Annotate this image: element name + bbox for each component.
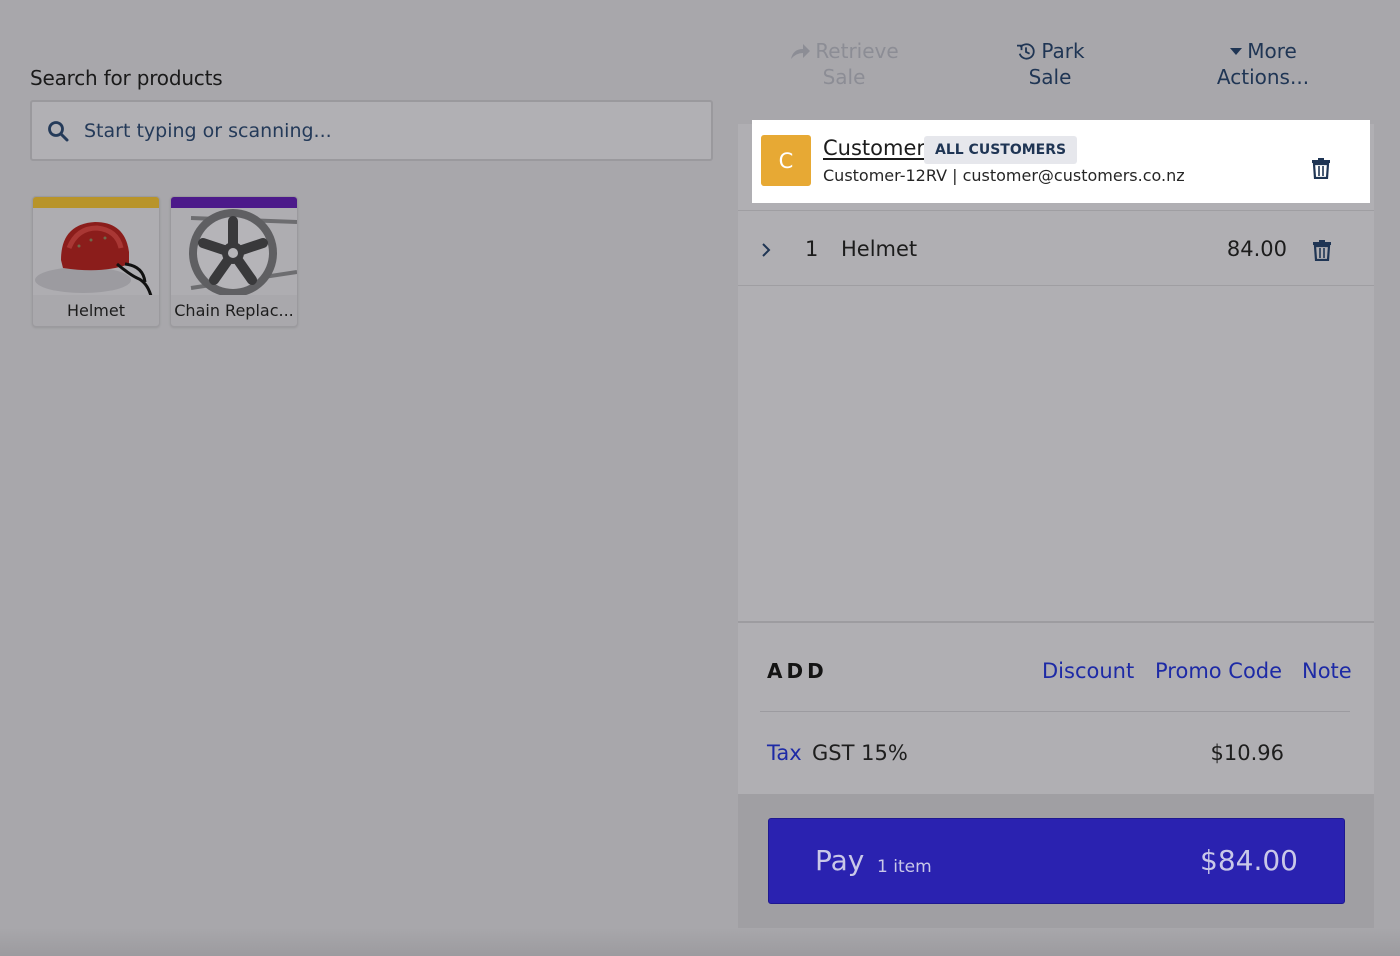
line-item-quantity: 1	[805, 237, 819, 261]
more-label-line1: More	[1247, 39, 1297, 63]
add-note-link[interactable]: Note	[1302, 659, 1352, 683]
tax-link[interactable]: Tax	[767, 741, 802, 765]
chevron-right-icon[interactable]	[760, 241, 772, 259]
add-label: ADD	[767, 659, 828, 683]
chain-image	[171, 208, 297, 297]
retrieve-label-line2: Sale	[822, 65, 866, 89]
tile-color-bar	[171, 197, 297, 208]
park-label-line2: Sale	[1028, 65, 1072, 89]
history-icon	[1017, 43, 1035, 60]
divider	[760, 711, 1350, 712]
customer-name-link[interactable]: Customer	[823, 136, 925, 160]
more-label-line2: Actions...	[1216, 65, 1310, 89]
product-name: Chain Replac...	[174, 301, 294, 320]
search-box[interactable]	[30, 100, 713, 161]
tax-name: GST 15%	[812, 741, 908, 765]
retrieve-sale-button[interactable]: Retrieve Sale	[782, 38, 906, 90]
pos-sell-screen: Search for products Helmet	[0, 0, 1400, 956]
search-input[interactable]	[84, 119, 664, 142]
tile-color-bar	[33, 197, 159, 208]
retrieve-label-line1: Retrieve	[815, 39, 899, 63]
search-label: Search for products	[30, 66, 223, 90]
park-sale-button[interactable]: Park Sale	[1000, 38, 1100, 90]
pay-button[interactable]: Pay 1 item $84.00	[768, 818, 1345, 904]
helmet-image	[33, 208, 159, 297]
search-icon	[48, 120, 69, 141]
line-item-price: 84.00	[1226, 237, 1287, 261]
caret-down-icon	[1230, 48, 1243, 55]
customer-group-badge: ALL CUSTOMERS	[924, 136, 1078, 164]
add-section: ADD Discount Promo Code Note Tax GST 15%…	[738, 621, 1374, 795]
bottom-edge	[0, 928, 1400, 956]
product-name: Helmet	[66, 301, 126, 320]
pay-item-count: 1 item	[877, 857, 932, 877]
more-actions-button[interactable]: More Actions...	[1204, 38, 1322, 90]
product-tile-helmet[interactable]: Helmet	[32, 196, 160, 327]
pay-label: Pay	[815, 844, 865, 877]
pay-total: $84.00	[1200, 844, 1298, 877]
trash-icon[interactable]	[1311, 157, 1331, 179]
tax-amount: $10.96	[1210, 741, 1284, 765]
line-item[interactable]: 1 Helmet 84.00	[738, 210, 1374, 286]
trash-icon[interactable]	[1312, 239, 1332, 261]
park-label-line1: Park	[1041, 39, 1085, 63]
add-discount-link[interactable]: Discount	[1042, 659, 1134, 683]
share-arrow-icon	[791, 44, 811, 59]
add-promo-code-link[interactable]: Promo Code	[1155, 659, 1282, 683]
avatar: C	[761, 135, 811, 186]
product-tile-chain-replacement[interactable]: Chain Replac...	[170, 196, 298, 327]
customer-card[interactable]: C Customer ALL CUSTOMERS Customer-12RV |…	[752, 120, 1370, 203]
line-item-name: Helmet	[841, 237, 918, 261]
customer-details: Customer-12RV | customer@customers.co.nz	[823, 166, 1185, 185]
